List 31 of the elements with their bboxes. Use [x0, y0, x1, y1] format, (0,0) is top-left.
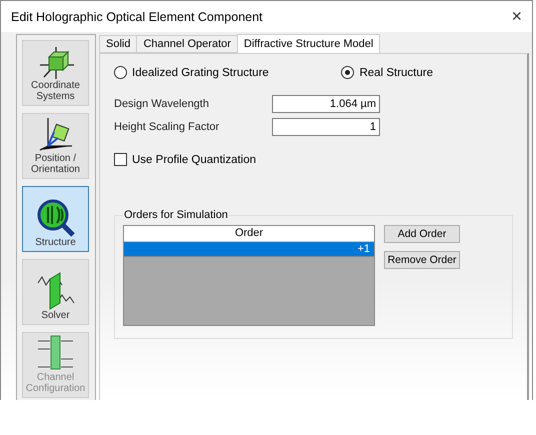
column-header[interactable]: Order: [124, 226, 374, 242]
order-button[interactable]: Remove Order: [384, 251, 460, 269]
checkbox[interactable]: [114, 153, 127, 166]
sidebar-item-label: Coordinate Systems: [30, 81, 81, 102]
wave-plate-icon: [36, 270, 76, 310]
field-label: Height Scaling Factor: [114, 121, 220, 133]
close-button[interactable]: ×: [511, 6, 522, 27]
magnifier-icon: [34, 198, 76, 238]
sidebar-item[interactable]: Solver: [22, 259, 89, 325]
sidebar-item-label: Structure: [35, 238, 76, 248]
sidebar-item[interactable]: Position / Orientation: [22, 113, 89, 179]
radio-label: Idealized Grating Structure: [132, 66, 269, 78]
radio-label: Real Structure: [359, 66, 433, 78]
radio-button[interactable]: [341, 66, 354, 79]
sidebar-item-label: Solver: [41, 310, 70, 321]
checkbox-label: Use Profile Quantization: [132, 154, 256, 166]
sidebar-item-label: Position / Orientation: [30, 154, 81, 175]
sidebar-item[interactable]: Coordinate Systems: [22, 40, 89, 106]
tab[interactable]: Diffractive Structure Model: [236, 34, 380, 53]
tab[interactable]: Solid: [99, 35, 138, 53]
window-title: Edit Holographic Optical Element Component: [11, 10, 263, 24]
input-field[interactable]: 1.064 µm: [272, 95, 380, 113]
radio-button[interactable]: [114, 66, 127, 79]
tab[interactable]: Channel Operator: [136, 35, 238, 53]
field-label: Design Wavelength: [114, 98, 210, 110]
sidebar-item-label: Channel Configuration: [24, 373, 86, 394]
group-title: Orders for Simulation: [123, 209, 229, 221]
sidebar-item[interactable]: Structure: [22, 186, 89, 252]
input-field[interactable]: 1: [272, 118, 380, 136]
order-button[interactable]: Add Order: [384, 225, 460, 243]
table-row[interactable]: +1: [124, 242, 374, 257]
